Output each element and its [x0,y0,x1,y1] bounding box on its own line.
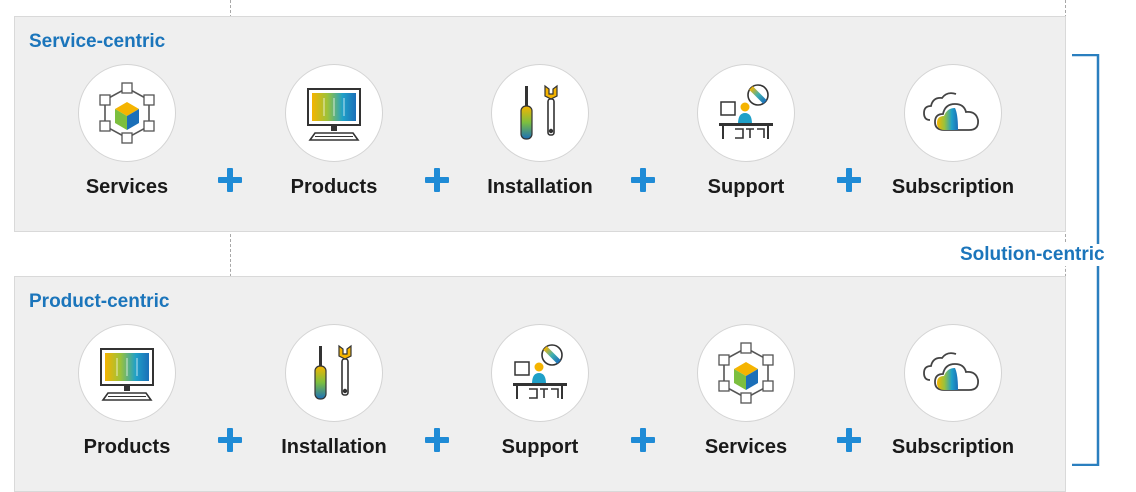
item-label: Subscription [891,436,1015,458]
plus-icon [218,428,242,452]
monitor-icon [307,88,361,141]
item-label: Installation [281,436,387,458]
support-desk-icon [513,344,567,399]
service-centric-item-1: Services [37,64,217,199]
service-centric-item-4: Support [656,64,836,199]
plus-icon [837,168,861,192]
support-desk-icon [719,84,773,139]
service-centric-title: Service-centric [29,31,166,52]
product-centric-item-1: Products [37,324,217,459]
item-label: Products [83,436,171,458]
monitor-icon [100,348,154,401]
item-label: Services [704,436,788,458]
service-centric-item-5: Subscription [863,64,1043,199]
item-label: Support [707,176,785,198]
item-label: Products [290,176,378,198]
icon-circle [697,64,795,162]
tools-icon [520,84,558,140]
plus-icon [631,428,655,452]
item-label: Installation [487,176,593,198]
service-centric-item-2: Products [244,64,424,199]
plus-icon [425,428,449,452]
tools-icon [314,344,352,400]
item-label: Support [501,436,579,458]
item-label: Services [85,176,169,198]
icon-circle [904,324,1002,422]
item-label: Subscription [891,176,1015,198]
services-cube-icon [718,342,774,404]
plus-icon [631,168,655,192]
cloud-icon [923,92,979,131]
solution-centric-label: Solution-centric [960,244,1136,266]
icon-circle [491,64,589,162]
plus-icon [837,428,861,452]
product-centric-item-2: Installation [244,324,424,459]
icon-circle [78,324,176,422]
icon-circle [285,324,383,422]
icon-circle [904,64,1002,162]
services-cube-icon [99,82,155,144]
cloud-icon [923,352,979,391]
icon-circle [491,324,589,422]
service-centric-item-3: Installation [450,64,630,199]
icon-circle [78,64,176,162]
icon-circle [285,64,383,162]
product-centric-title: Product-centric [29,291,170,312]
plus-icon [425,168,449,192]
plus-icon [218,168,242,192]
icon-circle [697,324,795,422]
product-centric-item-4: Services [656,324,836,459]
product-centric-item-3: Support [450,324,630,459]
product-centric-item-5: Subscription [863,324,1043,459]
